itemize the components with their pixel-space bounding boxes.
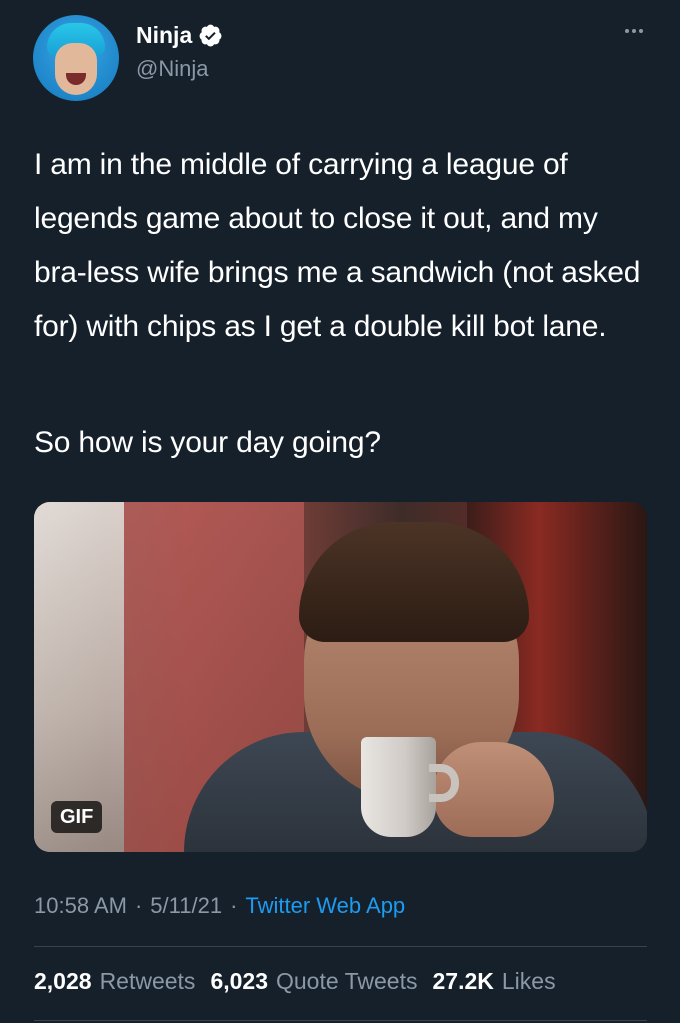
- quote-tweets-stat[interactable]: 6,023 Quote Tweets: [210, 968, 417, 995]
- retweets-stat[interactable]: 2,028 Retweets: [34, 968, 195, 995]
- divider: [34, 946, 647, 947]
- likes-stat[interactable]: 27.2K Likes: [433, 968, 556, 995]
- tweet-source-link[interactable]: Twitter Web App: [245, 893, 405, 919]
- tweet-date[interactable]: 5/11/21: [150, 893, 222, 919]
- author-name-row[interactable]: Ninja: [136, 22, 223, 49]
- more-dot: [632, 29, 636, 33]
- avatar-face: [55, 43, 97, 95]
- divider: [34, 1020, 647, 1021]
- tweet-text: I am in the middle of carrying a league …: [34, 148, 641, 343]
- tweet-text-second-paragraph: So how is your day going?: [34, 426, 381, 459]
- meta-separator: ·: [230, 893, 238, 918]
- tweet-media-gif[interactable]: GIF: [34, 502, 647, 852]
- more-dot: [639, 29, 643, 33]
- avatar[interactable]: [33, 15, 119, 101]
- likes-count: 27.2K: [432, 968, 494, 994]
- retweets-count: 2,028: [34, 968, 92, 994]
- gif-badge: GIF: [51, 801, 103, 833]
- author-handle[interactable]: @Ninja: [136, 56, 208, 82]
- quote-tweets-label: Quote Tweets: [276, 968, 418, 994]
- tweet: Ninja @Ninja I am in the middle of carry…: [0, 0, 680, 1023]
- more-options-icon[interactable]: [622, 26, 646, 36]
- retweets-label: Retweets: [99, 968, 196, 994]
- likes-label: Likes: [501, 968, 556, 994]
- media-coffee-cup: [361, 737, 436, 837]
- media-background-left: [34, 502, 124, 852]
- meta-separator: ·: [134, 893, 143, 918]
- quote-tweets-count: 6,023: [210, 968, 268, 994]
- verified-badge-icon: [199, 24, 222, 47]
- tweet-stats: 2,028 Retweets 6,023 Quote Tweets 27.2K …: [34, 968, 556, 995]
- more-dot: [625, 29, 629, 33]
- tweet-time[interactable]: 10:58 AM: [34, 893, 127, 919]
- tweet-meta: 10:58 AM · 5/11/21 · Twitter Web App: [34, 893, 405, 919]
- author-name[interactable]: Ninja: [136, 22, 192, 49]
